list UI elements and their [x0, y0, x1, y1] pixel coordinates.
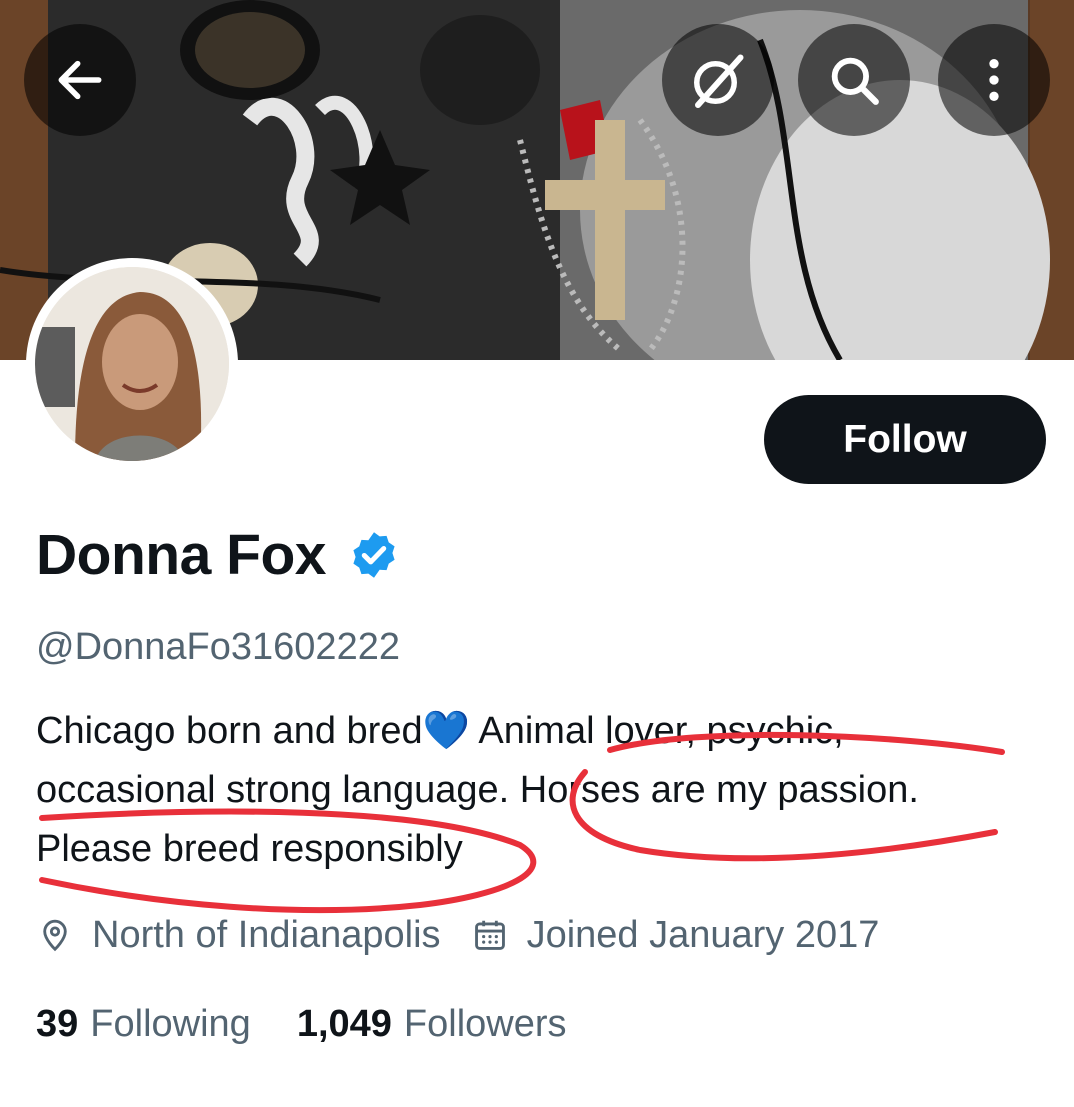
following-label: Following — [90, 1003, 251, 1045]
followers-count: 1,049 — [296, 1003, 392, 1045]
calendar-icon — [474, 920, 505, 950]
back-button[interactable] — [24, 24, 136, 136]
bio-line: occasional strong language. Horses are m… — [36, 769, 919, 811]
verified-badge-icon[interactable] — [348, 529, 400, 581]
bio-line: Chicago born and bred💙 Animal lover, psy… — [36, 710, 844, 752]
follow-button[interactable]: Follow — [764, 395, 1046, 484]
profile-bio: Chicago born and bred💙 Animal lover, psy… — [36, 702, 1046, 879]
following-link[interactable]: 39 Following — [36, 996, 251, 1052]
search-button[interactable] — [798, 24, 910, 136]
arrow-left-icon — [58, 60, 102, 100]
search-icon — [831, 57, 879, 105]
profile-joined: Joined January 2017 — [471, 907, 880, 963]
display-name: Donna Fox — [36, 523, 327, 587]
following-count: 39 — [36, 1003, 79, 1045]
avatar-image — [35, 267, 229, 461]
profile-name-row: Donna Fox — [36, 520, 400, 590]
location-text: North of Indianapolis — [92, 914, 441, 956]
profile-meta: North of Indianapolis Joined January 201… — [36, 907, 909, 963]
avatar[interactable] — [26, 258, 238, 470]
profile-stats: 39 Following 1,049 Followers — [36, 996, 613, 1052]
followers-link[interactable]: 1,049 Followers — [297, 996, 567, 1052]
more-vertical-icon — [989, 59, 999, 101]
followers-label: Followers — [403, 1003, 567, 1045]
profile-handle: @DonnaFo31602222 — [36, 626, 400, 668]
grok-button[interactable] — [662, 24, 774, 136]
more-button[interactable] — [938, 24, 1050, 136]
location-pin-icon — [43, 919, 67, 952]
profile-location: North of Indianapolis — [36, 907, 441, 963]
joined-text: Joined January 2017 — [526, 914, 880, 956]
bio-line: Please breed responsibly — [36, 828, 463, 870]
grok-icon — [694, 54, 744, 108]
